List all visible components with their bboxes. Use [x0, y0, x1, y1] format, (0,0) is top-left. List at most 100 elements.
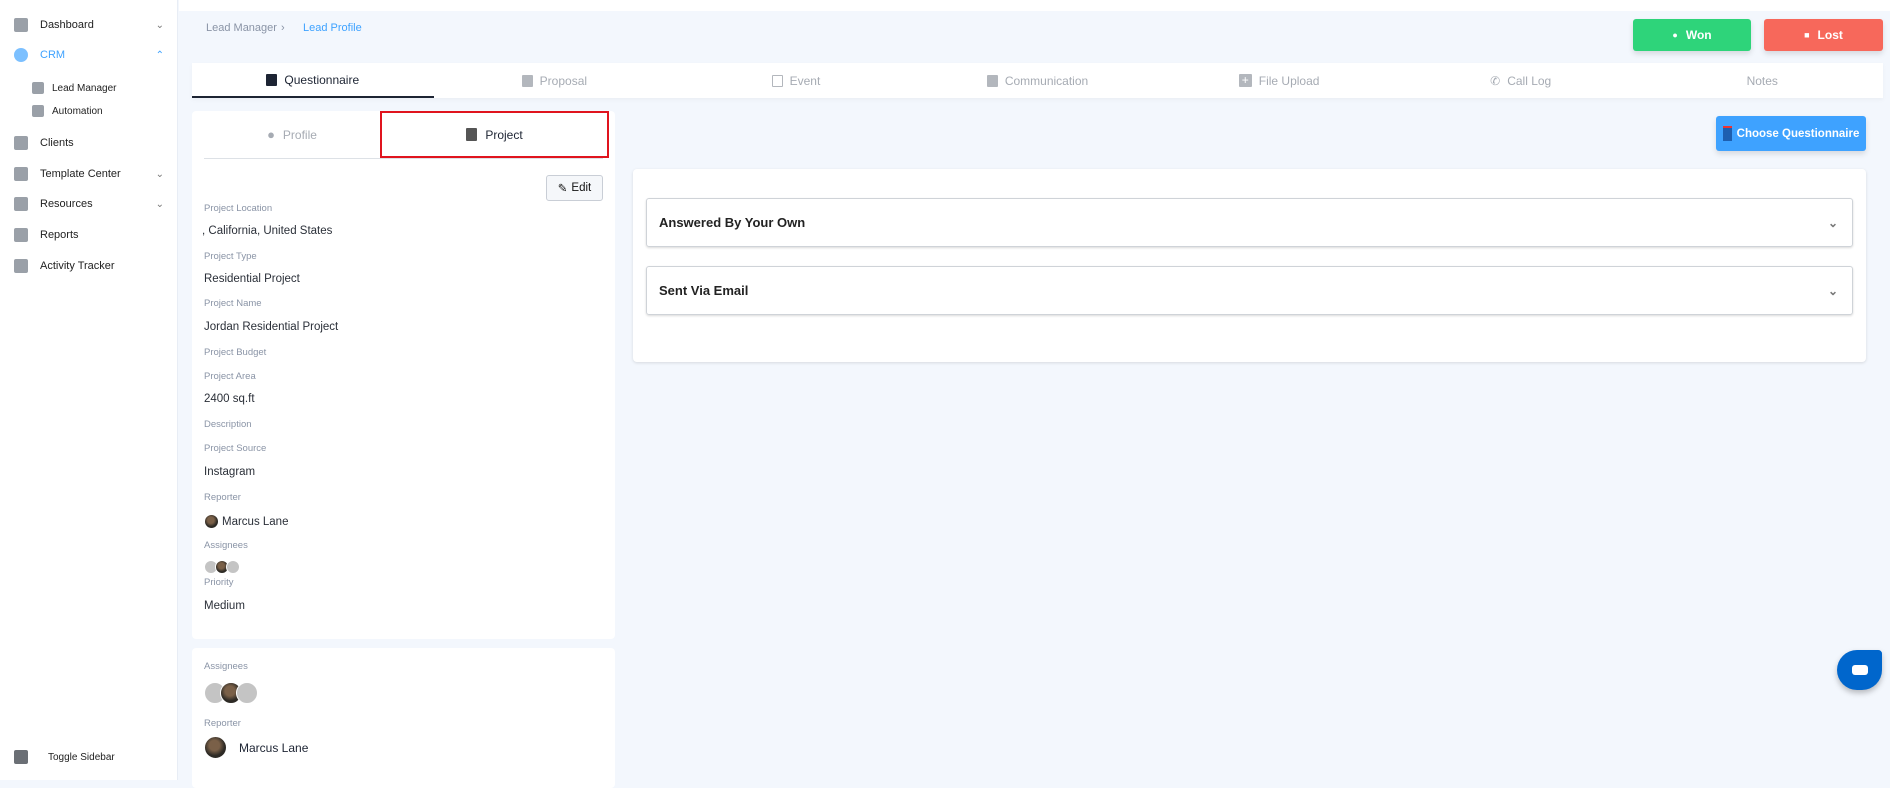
- sidebar-item-automation[interactable]: Automation: [32, 99, 182, 123]
- avatar: [226, 560, 240, 574]
- project-name-label: Project Name: [204, 298, 262, 309]
- top-strip: [179, 0, 1890, 11]
- accordion-answered-by-your-own[interactable]: Answered By Your Own ⌄: [646, 198, 1853, 247]
- layout-icon: [14, 750, 28, 764]
- questionnaire-icon: [1722, 126, 1732, 141]
- people-card: Assignees Reporter Marcus Lane: [192, 648, 615, 788]
- sidebar-item-activity-tracker[interactable]: Activity Tracker: [14, 254, 164, 278]
- project-location-label: Project Location: [204, 203, 273, 214]
- sidebar-item-label: Template Center: [40, 168, 121, 180]
- clipboard-icon: [521, 74, 533, 87]
- sidebar-item-reports[interactable]: Reports: [14, 223, 164, 247]
- user-icon: ●: [267, 127, 275, 142]
- subtab-project[interactable]: Project: [380, 111, 609, 158]
- breadcrumb-separator-icon: ›: [281, 22, 285, 34]
- sidebar-item-label: Lead Manager: [52, 82, 117, 94]
- project-source-value: Instagram: [204, 466, 256, 478]
- tab-label: Notes: [1746, 73, 1778, 88]
- tab-event[interactable]: Event: [675, 63, 917, 98]
- tab-label: Communication: [1004, 73, 1089, 88]
- lost-button[interactable]: ■ Lost: [1764, 19, 1883, 51]
- reporter-value: Marcus Lane: [204, 514, 288, 529]
- avatar: [236, 682, 258, 704]
- dashboard-icon: [14, 18, 28, 32]
- sidebar-item-dashboard[interactable]: Dashboard ⌄: [14, 13, 164, 37]
- sidebar-item-label: Activity Tracker: [40, 260, 115, 272]
- activity-icon: [14, 259, 28, 273]
- project-icon: [466, 128, 478, 141]
- choose-questionnaire-button[interactable]: Choose Questionnaire: [1716, 116, 1866, 151]
- project-area-label: Project Area: [204, 371, 256, 382]
- assignees-avatars: [204, 682, 258, 704]
- chat-button[interactable]: [1837, 650, 1882, 690]
- template-icon: [14, 167, 28, 181]
- chevron-down-icon: ⌄: [155, 198, 164, 210]
- project-location-value: , California, United States: [202, 225, 333, 237]
- sidebar-item-template-center[interactable]: Template Center ⌄: [14, 162, 164, 186]
- tab-proposal[interactable]: Proposal: [434, 63, 676, 98]
- sidebar-item-label: CRM: [40, 49, 66, 61]
- thumbs-down-icon: ■: [1804, 30, 1810, 40]
- reporter-label: Reporter: [204, 718, 241, 729]
- tab-questionnaire[interactable]: Questionnaire: [192, 63, 434, 98]
- reporter-label: Reporter: [204, 492, 241, 503]
- assignees-label: Assignees: [204, 661, 248, 672]
- tab-label: Proposal: [539, 73, 588, 88]
- sidebar-item-label: Reports: [40, 229, 79, 241]
- assignees-avatars: [204, 560, 240, 574]
- priority-value: Medium: [204, 600, 245, 612]
- questionnaire-panel: Answered By Your Own ⌄ Sent Via Email ⌄: [633, 169, 1866, 362]
- reporter-name: Marcus Lane: [239, 740, 309, 755]
- subtab-label: Profile: [282, 127, 317, 142]
- clients-icon: [14, 136, 28, 150]
- sidebar-item-resources[interactable]: Resources ⌄: [14, 192, 164, 216]
- avatar: [204, 514, 219, 529]
- chevron-down-icon: ⌄: [155, 168, 164, 180]
- accordion-sent-via-email[interactable]: Sent Via Email ⌄: [646, 266, 1853, 315]
- project-details-card: ● Profile Project ✎ Edit Project Location …: [192, 111, 615, 639]
- sidebar-item-label: Clients: [40, 137, 74, 149]
- lead-manager-icon: [32, 82, 44, 94]
- calendar-icon: [771, 74, 783, 87]
- tab-bar: Questionnaire Proposal Event Communicati…: [192, 63, 1883, 98]
- sidebar-item-lead-manager[interactable]: Lead Manager: [32, 76, 182, 100]
- crm-icon: [14, 48, 28, 62]
- edit-label: Edit: [571, 182, 592, 194]
- reporter-value: Marcus Lane: [204, 736, 308, 759]
- chevron-down-icon: ⌄: [155, 19, 164, 31]
- clipboard-icon: [986, 74, 998, 87]
- edit-button[interactable]: ✎ Edit: [546, 175, 603, 201]
- sidebar-item-clients[interactable]: Clients: [14, 131, 164, 155]
- subtab-profile[interactable]: ● Profile: [204, 111, 380, 158]
- breadcrumb-current: Lead Profile: [303, 22, 362, 34]
- tab-communication[interactable]: Communication: [917, 63, 1159, 98]
- chevron-down-icon: ⌄: [1827, 215, 1838, 230]
- sidebar-item-label: Automation: [52, 105, 103, 117]
- accordion-title: Sent Via Email: [659, 283, 749, 298]
- breadcrumb-lead-manager[interactable]: Lead Manager: [206, 22, 277, 34]
- chevron-up-icon: ⌃: [155, 49, 164, 61]
- automation-icon: [32, 105, 44, 117]
- won-button[interactable]: ● Won: [1633, 19, 1751, 51]
- choose-questionnaire-label: Choose Questionnaire: [1736, 127, 1860, 140]
- sidebar-item-label: Resources: [40, 198, 93, 210]
- tab-label: Event: [789, 73, 821, 88]
- sidebar-item-crm[interactable]: CRM ⌃: [14, 43, 164, 67]
- tab-file-upload[interactable]: + File Upload: [1158, 63, 1400, 98]
- reporter-name: Marcus Lane: [222, 515, 289, 528]
- toggle-sidebar-label: Toggle Sidebar: [48, 751, 115, 763]
- subtab-label: Project: [485, 127, 523, 142]
- tab-label: Questionnaire: [284, 72, 360, 87]
- toggle-sidebar-button[interactable]: Toggle Sidebar: [14, 745, 164, 769]
- priority-label: Priority: [204, 577, 234, 588]
- subtab-divider: [204, 158, 603, 159]
- lost-label: Lost: [1817, 28, 1843, 42]
- phone-icon: ✆: [1490, 73, 1501, 88]
- clipboard-icon: [266, 73, 278, 86]
- project-area-value: 2400 sq.ft: [204, 393, 255, 405]
- project-name-value: Jordan Residential Project: [204, 321, 339, 333]
- tab-notes[interactable]: Notes: [1641, 63, 1883, 98]
- accordion-title: Answered By Your Own: [659, 215, 806, 230]
- project-budget-label: Project Budget: [204, 347, 267, 358]
- tab-call-log[interactable]: ✆ Call Log: [1400, 63, 1642, 98]
